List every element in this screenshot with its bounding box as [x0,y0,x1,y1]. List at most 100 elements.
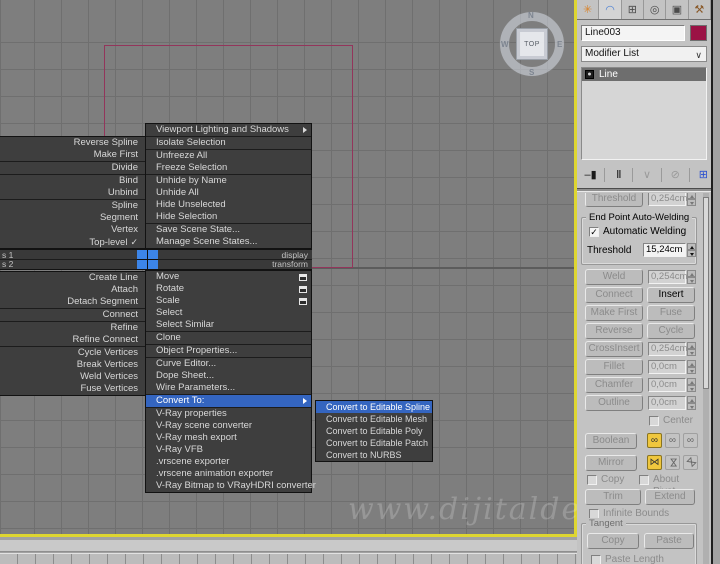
menu-item-rotate[interactable]: Rotate [146,283,311,295]
menu-item-clone[interactable]: Clone [146,332,311,344]
modifier-list-dropdown[interactable]: Modifier List ∨ [581,46,707,62]
menu-item-unbind[interactable]: Unbind [0,187,145,199]
menu-item-select[interactable]: Select [146,307,311,319]
weld-field[interactable]: 0,254cm [648,270,687,284]
menu-item-manage-scene-states[interactable]: Manage Scene States... [146,236,311,248]
menu-item-save-scene-state[interactable]: Save Scene State... [146,224,311,236]
modify-tab[interactable]: ◠ [599,0,622,19]
menu-item-weld-vertices[interactable]: Weld Vertices [0,371,145,383]
menu-item-convert-to-editable-mesh[interactable]: Convert to Editable Mesh [316,413,432,425]
menu-item-unhide-all[interactable]: Unhide All [146,187,311,199]
menu-item-convert-to[interactable]: Convert To: [146,395,311,407]
weld-spinner[interactable] [687,270,696,284]
object-color-swatch[interactable] [690,25,707,41]
threshold-field[interactable]: 15,24cm [643,243,686,257]
menu-item-unhide-by-name[interactable]: Unhide by Name [146,175,311,187]
quad-menu-center-indicator[interactable] [137,250,158,269]
chamfer-spinner[interactable] [687,378,696,392]
mirror-horizontal-icon[interactable]: ⋈ [647,455,662,470]
settings-box-icon[interactable] [299,274,307,281]
viewcube-top-face[interactable]: TOP [516,28,548,60]
menu-item-freeze-selection[interactable]: Freeze Selection [146,162,311,174]
viewcube-south-label[interactable]: S [529,68,534,77]
menu-item-top-level[interactable]: Top-level ✓ [0,236,145,248]
reverse-button[interactable]: Reverse [585,323,643,339]
cycle-button[interactable]: Cycle [647,323,695,339]
viewcube-east-label[interactable]: E [557,40,562,49]
menu-item-convert-to-nurbs[interactable]: Convert to NURBS [316,449,432,461]
boolean-button[interactable]: Boolean [585,433,637,449]
menu-item-isolate-selection[interactable]: Isolate Selection [146,137,311,149]
fuse-button[interactable]: Fuse [647,305,695,321]
menu-item-spline[interactable]: Spline [0,200,145,212]
menu-item-v-ray-mesh-export[interactable]: V-Ray mesh export [146,432,311,444]
show-end-result-icon[interactable]: Ⅱ [611,168,626,181]
menu-item-detach-segment[interactable]: Detach Segment [0,296,145,308]
utilities-tab[interactable]: ⚒ [688,0,711,19]
paste-length-checkbox[interactable]: Paste Length [591,554,664,564]
menu-item-vertex[interactable]: Vertex [0,224,145,236]
menu-item-connect[interactable]: Connect [0,309,145,321]
center-checkbox[interactable]: Center [649,415,693,427]
threshold-spinner[interactable] [687,243,696,257]
cross-insert-field[interactable]: 0,254cm [648,342,687,356]
timeline-ruler[interactable] [0,553,577,564]
menu-item-fuse-vertices[interactable]: Fuse Vertices [0,383,145,395]
menu-item-move[interactable]: Move [146,271,311,283]
mirror-both-icon[interactable]: ⋈ [683,455,698,470]
menu-item-break-vertices[interactable]: Break Vertices [0,359,145,371]
object-name-field[interactable]: Line003 [581,25,685,41]
menu-item-refine-connect[interactable]: Refine Connect [0,334,145,346]
outline-field[interactable]: 0,0cm [648,396,686,410]
menu-item-reverse-spline[interactable]: Reverse Spline [0,137,145,149]
menu-item-vrscene-exporter[interactable]: .vrscene exporter [146,456,311,468]
menu-item-hide-unselected[interactable]: Hide Unselected [146,199,311,211]
chamfer-button[interactable]: Chamfer [585,377,643,393]
copy-checkbox[interactable]: Copy [587,474,624,486]
checkbox-check-icon[interactable]: ✓ [589,227,599,237]
threshold-partial-spinner[interactable] [687,193,696,206]
outline-spinner[interactable] [687,396,696,410]
fillet-spinner[interactable] [687,360,696,374]
threshold-partial-field[interactable]: 0,254cm [648,193,687,206]
configure-modifier-sets-icon[interactable]: ⊞ [696,168,711,181]
menu-item-segment[interactable]: Segment [0,212,145,224]
menu-item-convert-to-editable-spline[interactable]: Convert to Editable Spline [316,401,432,413]
motion-tab[interactable]: ◎ [643,0,667,19]
stack-entry-line[interactable]: ● Line [582,68,706,81]
viewcube-west-label[interactable]: W [501,40,509,49]
connect-button[interactable]: Connect [585,287,643,303]
menu-item-scale[interactable]: Scale [146,295,311,307]
trim-button[interactable]: Trim [585,489,641,505]
outline-button[interactable]: Outline [585,395,643,411]
mirror-button[interactable]: Mirror [585,455,637,471]
menu-item-create-line[interactable]: Create Line [0,272,145,284]
track-bar[interactable] [0,540,577,552]
automatic-welding-checkbox[interactable]: ✓ Automatic Welding [589,226,686,238]
menu-item-bind[interactable]: Bind [0,175,145,187]
boolean-intersect-icon[interactable]: ∞ [683,433,698,448]
menu-item-curve-editor[interactable]: Curve Editor... [146,358,311,370]
about-pivot-checkbox[interactable]: About Pivot [639,474,703,497]
modifier-stack[interactable]: ● Line [581,67,707,160]
weld-button[interactable]: Weld [585,269,643,285]
boolean-subtract-icon[interactable]: ∞ [665,433,680,448]
settings-box-icon[interactable] [299,286,307,293]
menu-item-object-properties[interactable]: Object Properties... [146,345,311,357]
menu-item-wire-parameters[interactable]: Wire Parameters... [146,382,311,394]
menu-item-attach[interactable]: Attach [0,284,145,296]
display-tab[interactable]: ▣ [666,0,689,19]
pin-stack-icon[interactable]: ‒▮ [583,168,598,181]
menu-item-hide-selection[interactable]: Hide Selection [146,211,311,223]
boolean-union-icon[interactable]: ∞ [647,433,662,448]
menu-item-dope-sheet[interactable]: Dope Sheet... [146,370,311,382]
menu-item-make-first[interactable]: Make First [0,149,145,161]
menu-item-v-ray-properties[interactable]: V-Ray properties [146,408,311,420]
fillet-button[interactable]: Fillet [585,359,643,375]
menu-item-vrscene-animation-exporter[interactable]: .vrscene animation exporter [146,468,311,480]
tangent-copy-button[interactable]: Copy [587,533,639,549]
insert-button[interactable]: Insert [647,287,695,303]
menu-item-v-ray-scene-converter[interactable]: V-Ray scene converter [146,420,311,432]
menu-item-unfreeze-all[interactable]: Unfreeze All [146,150,311,162]
fillet-field[interactable]: 0,0cm [648,360,686,374]
